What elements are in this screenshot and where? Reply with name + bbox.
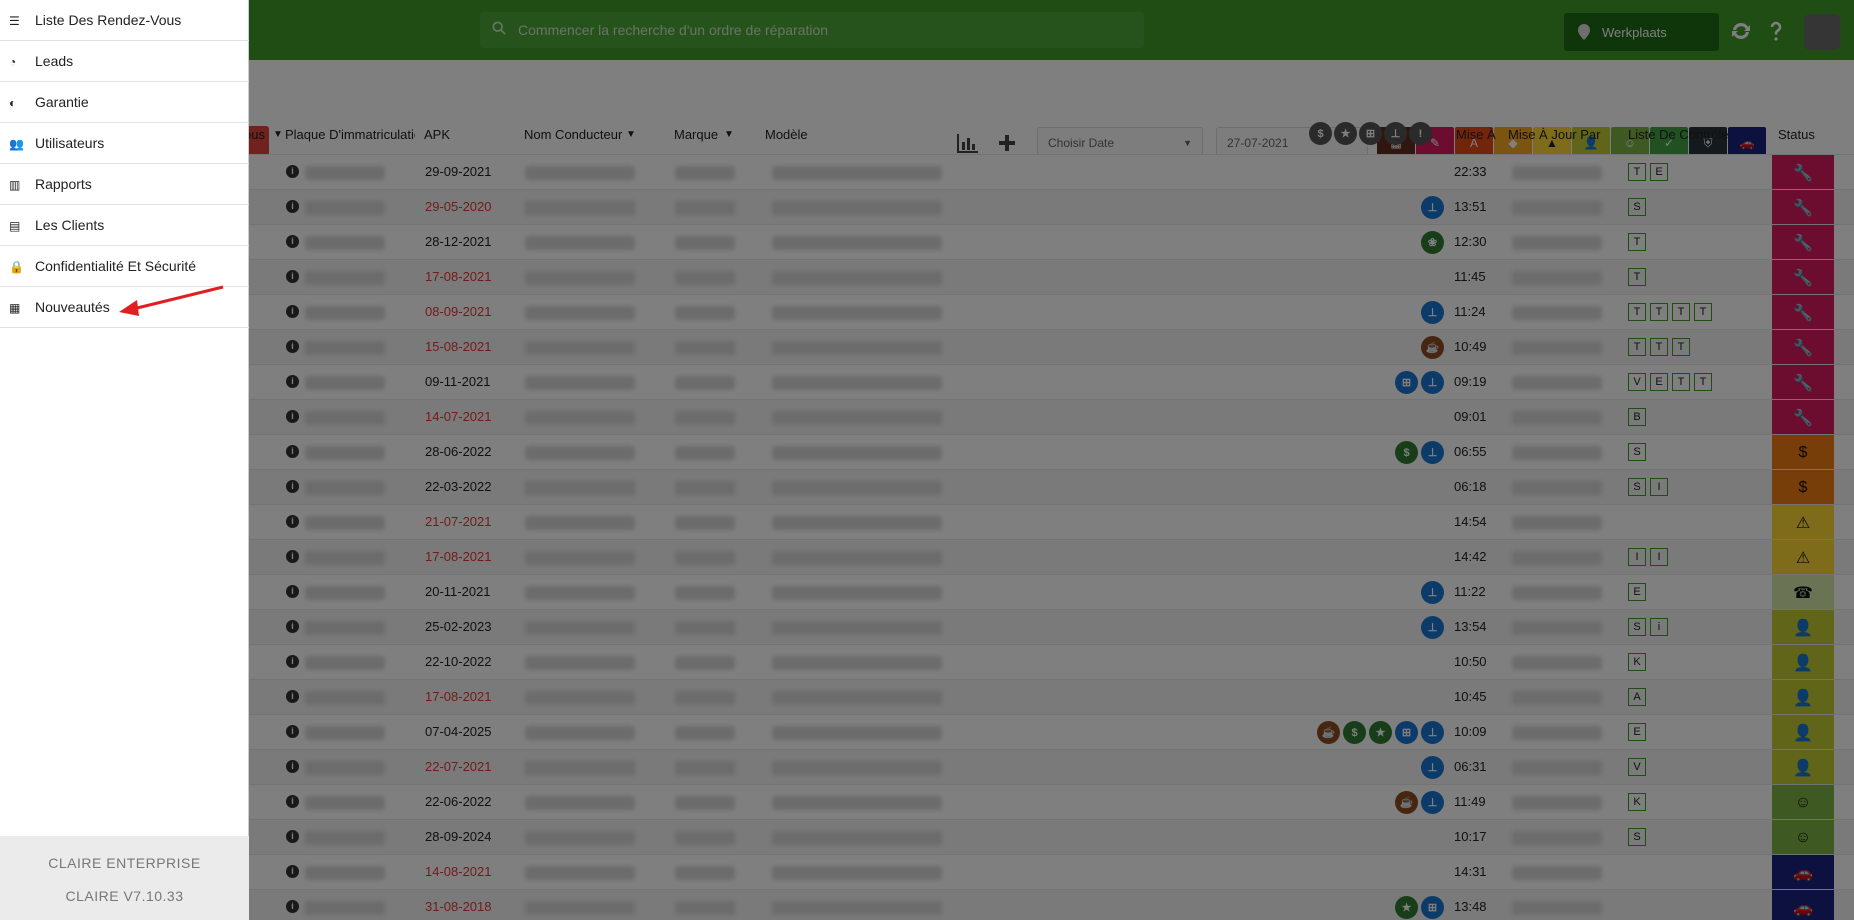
menu-item-rapports[interactable]: ▥ Rapports: [0, 164, 249, 205]
menu-item-label: Leads: [35, 53, 74, 69]
list-icon: ☰: [9, 14, 20, 28]
users-icon: 👥: [9, 137, 24, 151]
menu-item-label: Les Clients: [35, 217, 105, 233]
menu-item-les-clients[interactable]: ▤ Les Clients: [0, 205, 249, 246]
menu-item-label: Nouveautés: [35, 299, 110, 315]
chart-icon: ▥: [9, 178, 21, 192]
edition-label: CLAIRE ENTERPRISE: [48, 855, 201, 871]
menu-item-label: Confidentialité Et Sécurité: [35, 258, 197, 274]
news-icon: ▦: [9, 301, 21, 315]
id-card-icon: ▤: [9, 219, 21, 233]
annotation-arrow: [119, 285, 224, 316]
menu-item-label: Rapports: [35, 176, 92, 192]
clock-icon: ◔: [9, 55, 17, 69]
shield-icon: ◐: [9, 96, 17, 110]
menu-item-label: Liste Des Rendez-Vous: [35, 12, 182, 28]
version-label: CLAIRE V7.10.33: [65, 888, 184, 904]
menu-footer: CLAIRE ENTERPRISE CLAIRE V7.10.33: [0, 836, 249, 920]
menu-item-label: Utilisateurs: [35, 135, 105, 151]
menu-item-liste-des-rendez-vous[interactable]: ☰ Liste Des Rendez-Vous: [0, 0, 249, 41]
modal-overlay[interactable]: [0, 0, 1854, 920]
side-menu: ☰ Liste Des Rendez-Vous ◔ Leads ◐ Garantie 👥 Ut…: [0, 0, 249, 920]
menu-item-utilisateurs[interactable]: 👥 Utilisateurs: [0, 123, 249, 164]
lock-icon: 🔒: [9, 260, 24, 274]
menu-item-leads[interactable]: ◔ Leads: [0, 41, 249, 82]
menu-item-label: Garantie: [35, 94, 89, 110]
menu-item-garantie[interactable]: ◐ Garantie: [0, 82, 249, 123]
